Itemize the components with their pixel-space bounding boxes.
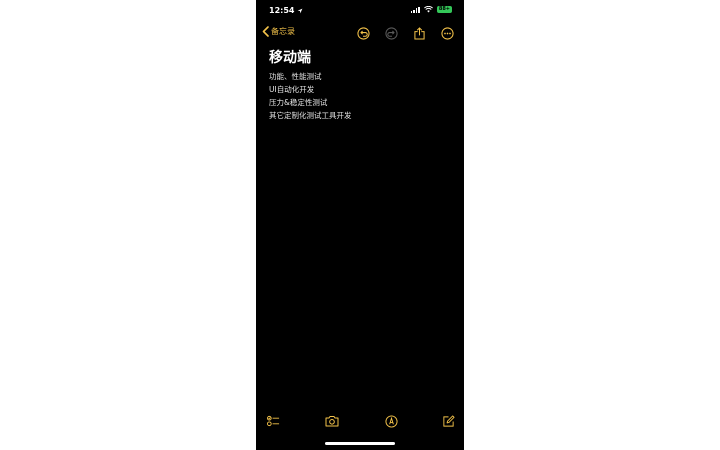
more-icon bbox=[440, 26, 454, 40]
note-line: 其它定制化测试工具开发 bbox=[269, 111, 352, 120]
compose-icon bbox=[442, 414, 455, 427]
battery-indicator: 88+ bbox=[436, 6, 452, 13]
undo-button[interactable] bbox=[356, 26, 370, 40]
markup-icon bbox=[384, 414, 398, 428]
back-chevron-icon bbox=[262, 26, 269, 37]
share-button[interactable] bbox=[412, 26, 426, 40]
share-icon bbox=[413, 26, 425, 40]
note-line: 压力&稳定性测试 bbox=[269, 98, 328, 107]
bottom-toolbar bbox=[256, 413, 464, 431]
markup-button[interactable] bbox=[383, 413, 399, 429]
note-line: 功能、性能测试 bbox=[269, 72, 322, 81]
wifi-icon bbox=[423, 6, 433, 13]
status-indicators: 88+ bbox=[410, 6, 452, 13]
location-arrow-icon bbox=[298, 8, 303, 13]
checklist-icon bbox=[266, 415, 279, 427]
nav-actions bbox=[356, 26, 454, 40]
redo-button[interactable] bbox=[384, 26, 398, 40]
camera-icon bbox=[325, 416, 339, 427]
home-indicator[interactable] bbox=[325, 442, 395, 445]
more-button[interactable] bbox=[440, 26, 454, 40]
nav-bar: 备忘录 bbox=[256, 24, 464, 44]
redo-icon bbox=[384, 26, 398, 40]
back-button[interactable]: 备忘录 bbox=[262, 26, 295, 37]
note-line: UI自动化开发 bbox=[269, 85, 315, 94]
note-title[interactable]: 移动端 bbox=[269, 47, 311, 67]
phone-screen: 12:54 88+ 备忘录 移动端 功能、性能测试 UI自动化开发 压力&稳定性… bbox=[256, 0, 464, 450]
checklist-button[interactable] bbox=[265, 413, 281, 429]
cellular-signal-icon bbox=[410, 6, 420, 13]
status-time: 12:54 bbox=[269, 6, 295, 15]
note-body[interactable]: 功能、性能测试 UI自动化开发 压力&稳定性测试 其它定制化测试工具开发 bbox=[269, 70, 454, 122]
back-label: 备忘录 bbox=[271, 27, 295, 36]
camera-button[interactable] bbox=[324, 413, 340, 429]
undo-icon bbox=[356, 26, 370, 40]
status-time-group: 12:54 bbox=[269, 6, 303, 15]
status-bar: 12:54 88+ bbox=[256, 0, 464, 22]
compose-button[interactable] bbox=[440, 413, 456, 429]
